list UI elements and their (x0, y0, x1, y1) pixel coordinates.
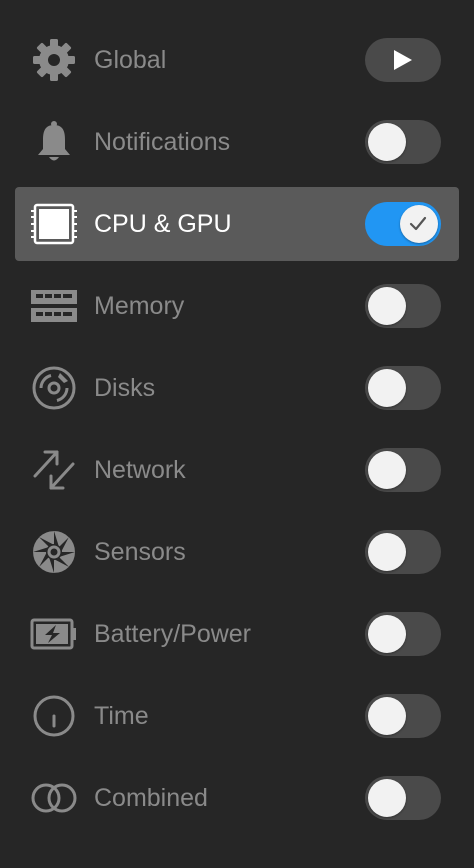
settings-menu: Global Notifications CPU & GPU Memory Di… (0, 0, 474, 868)
menu-item-label: Battery/Power (94, 620, 252, 648)
menu-item-label: Combined (94, 784, 208, 812)
sensors-toggle[interactable] (365, 530, 441, 574)
menu-item-label: Network (94, 456, 186, 484)
cpu-gpu-toggle[interactable] (365, 202, 441, 246)
toggle-knob (368, 533, 406, 571)
combined-toggle[interactable] (365, 776, 441, 820)
disks-toggle[interactable] (365, 366, 441, 410)
bell-icon (30, 120, 78, 164)
menu-item-label: Sensors (94, 538, 186, 566)
menu-item-network[interactable]: Network (15, 433, 459, 507)
time-toggle[interactable] (365, 694, 441, 738)
toggle-knob (368, 287, 406, 325)
memory-toggle[interactable] (365, 284, 441, 328)
menu-item-time[interactable]: Time (15, 679, 459, 753)
disk-icon (30, 366, 78, 410)
menu-item-notifications[interactable]: Notifications (15, 105, 459, 179)
menu-item-cpu-gpu[interactable]: CPU & GPU (15, 187, 459, 261)
menu-item-battery-power[interactable]: Battery/Power (15, 597, 459, 671)
notifications-toggle[interactable] (365, 120, 441, 164)
menu-item-label: Memory (94, 292, 185, 320)
play-button[interactable] (365, 38, 441, 82)
toggle-knob (368, 779, 406, 817)
network-toggle[interactable] (365, 448, 441, 492)
menu-item-label: Disks (94, 374, 156, 402)
menu-item-memory[interactable]: Memory (15, 269, 459, 343)
checkmark-icon (409, 216, 427, 231)
fan-icon (30, 530, 78, 574)
menu-item-disks[interactable]: Disks (15, 351, 459, 425)
battery-power-toggle[interactable] (365, 612, 441, 656)
toggle-knob (368, 615, 406, 653)
toggle-knob (368, 123, 406, 161)
toggle-knob (368, 697, 406, 735)
menu-item-label: Time (94, 702, 149, 730)
play-icon (394, 50, 412, 70)
menu-item-global[interactable]: Global (15, 23, 459, 97)
menu-item-combined[interactable]: Combined (15, 761, 459, 835)
battery-icon (30, 612, 78, 656)
gear-icon (30, 38, 78, 82)
combined-rings-icon (30, 776, 78, 820)
menu-item-label: Global (94, 46, 167, 74)
memory-icon (30, 284, 78, 328)
toggle-knob (368, 369, 406, 407)
menu-item-label: Notifications (94, 128, 231, 156)
chip-icon (30, 202, 78, 246)
menu-item-sensors[interactable]: Sensors (15, 515, 459, 589)
toggle-knob (368, 451, 406, 489)
clock-icon (30, 694, 78, 738)
network-arrows-icon (30, 448, 78, 492)
menu-item-label: CPU & GPU (94, 210, 232, 238)
